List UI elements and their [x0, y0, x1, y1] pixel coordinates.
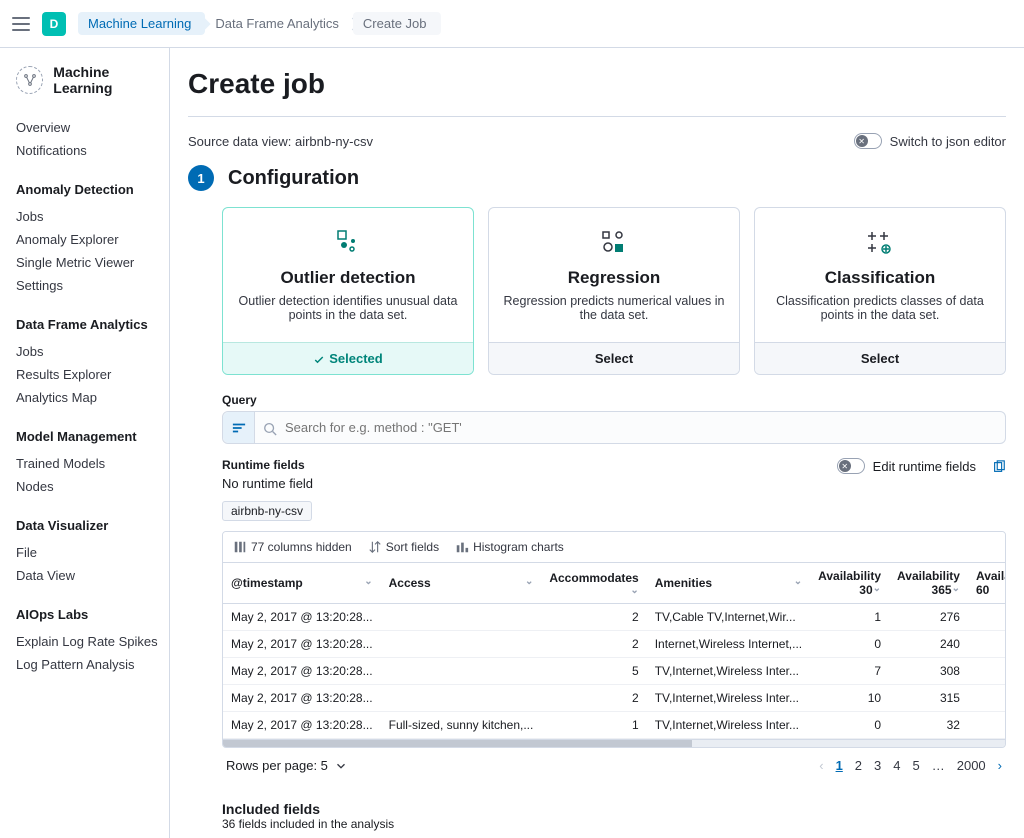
- included-fields-title: Included fields: [222, 801, 1006, 817]
- sidebar-item-single-metric-viewer[interactable]: Single Metric Viewer: [16, 251, 169, 274]
- col-timestamp[interactable]: @timestamp⌄: [223, 563, 381, 604]
- rows-per-page-select[interactable]: Rows per page: 5: [226, 758, 348, 773]
- card-footer-select[interactable]: Select: [755, 342, 1005, 374]
- next-page-button[interactable]: ›: [998, 758, 1002, 773]
- card-title: Regression: [503, 268, 725, 288]
- card-footer-selected: Selected: [223, 342, 473, 374]
- sidebar-title: Machine Learning: [53, 64, 169, 96]
- breadcrumb-data-frame-analytics[interactable]: Data Frame Analytics: [205, 12, 353, 35]
- col-accommodates[interactable]: Accommodates⌄: [541, 563, 646, 604]
- page-2[interactable]: 2: [855, 758, 862, 773]
- histogram-charts-button[interactable]: Histogram charts: [455, 540, 564, 554]
- sidebar-item-results-explorer[interactable]: Results Explorer: [16, 363, 169, 386]
- kql-icon[interactable]: [223, 412, 255, 443]
- sidebar-group-data-frame-analytics: Data Frame Analytics: [16, 317, 169, 332]
- topbar: D Machine Learning Data Frame Analytics …: [0, 0, 1024, 48]
- col-access[interactable]: Access⌄: [381, 563, 542, 604]
- table-row[interactable]: May 2, 2017 @ 13:20:28...5TV,Internet,Wi…: [223, 658, 1006, 685]
- prev-page-button[interactable]: ‹: [819, 758, 823, 773]
- sidebar-item-log-pattern-analysis[interactable]: Log Pattern Analysis: [16, 653, 169, 676]
- breadcrumb-create-job: Create Job: [353, 12, 441, 35]
- table-row[interactable]: May 2, 2017 @ 13:20:28...2TV,Internet,Wi…: [223, 685, 1006, 712]
- page-ellipsis: …: [932, 758, 945, 773]
- sidebar: Machine Learning Overview Notifications …: [0, 48, 170, 838]
- main-content: Create job Source data view: airbnb-ny-c…: [170, 48, 1024, 838]
- breadcrumb: Machine Learning Data Frame Analytics Cr…: [78, 12, 441, 35]
- query-label: Query: [222, 393, 1006, 407]
- json-editor-toggle[interactable]: ✕: [854, 133, 882, 149]
- page-title: Create job: [188, 68, 1006, 117]
- step-number-badge: 1: [188, 165, 214, 191]
- sidebar-item-notifications[interactable]: Notifications: [16, 139, 169, 162]
- user-avatar-badge[interactable]: D: [42, 12, 66, 36]
- table-row[interactable]: May 2, 2017 @ 13:20:28...2TV,Cable TV,In…: [223, 604, 1006, 631]
- runtime-label: Runtime fields: [222, 458, 313, 472]
- card-regression[interactable]: Regression Regression predicts numerical…: [488, 207, 740, 375]
- sidebar-item-settings[interactable]: Settings: [16, 274, 169, 297]
- col-amenities[interactable]: Amenities⌄: [647, 563, 810, 604]
- copy-icon[interactable]: [992, 458, 1006, 474]
- page-last[interactable]: 2000: [957, 758, 986, 773]
- card-title: Outlier detection: [237, 268, 459, 288]
- page-1[interactable]: 1: [836, 758, 843, 773]
- step-title: Configuration: [228, 167, 359, 190]
- data-preview-table: 77 columns hidden Sort fields Histogram …: [222, 531, 1006, 748]
- sidebar-item-jobs-2[interactable]: Jobs: [16, 340, 169, 363]
- card-desc: Outlier detection identifies unusual dat…: [237, 294, 459, 322]
- sidebar-item-anomaly-explorer[interactable]: Anomaly Explorer: [16, 228, 169, 251]
- source-data-view-label: Source data view: airbnb-ny-csv: [188, 134, 373, 149]
- card-title: Classification: [769, 268, 991, 288]
- search-icon: [263, 419, 277, 435]
- ml-logo-icon: [16, 66, 43, 94]
- sidebar-item-jobs-1[interactable]: Jobs: [16, 205, 169, 228]
- edit-runtime-toggle[interactable]: ✕: [837, 458, 865, 474]
- columns-hidden-button[interactable]: 77 columns hidden: [233, 540, 352, 554]
- breadcrumb-machine-learning[interactable]: Machine Learning: [78, 12, 205, 35]
- sidebar-item-data-view[interactable]: Data View: [16, 564, 169, 587]
- card-desc: Regression predicts numerical values in …: [503, 294, 725, 322]
- sidebar-item-trained-models[interactable]: Trained Models: [16, 452, 169, 475]
- col-availability-60[interactable]: Availability 60: [968, 563, 1006, 604]
- outlier-detection-icon: [237, 228, 459, 258]
- page-4[interactable]: 4: [893, 758, 900, 773]
- sidebar-group-anomaly-detection: Anomaly Detection: [16, 182, 169, 197]
- page-5[interactable]: 5: [913, 758, 920, 773]
- page-3[interactable]: 3: [874, 758, 881, 773]
- edit-runtime-label: Edit runtime fields: [873, 459, 976, 474]
- horizontal-scrollbar[interactable]: [223, 740, 692, 747]
- card-outlier-detection[interactable]: Outlier detection Outlier detection iden…: [222, 207, 474, 375]
- sidebar-group-aiops-labs: AIOps Labs: [16, 607, 169, 622]
- sidebar-item-nodes[interactable]: Nodes: [16, 475, 169, 498]
- sidebar-item-analytics-map[interactable]: Analytics Map: [16, 386, 169, 409]
- card-footer-select[interactable]: Select: [489, 342, 739, 374]
- sidebar-item-explain-log-rate-spikes[interactable]: Explain Log Rate Spikes: [16, 630, 169, 653]
- col-availability-30[interactable]: Availability 30⌄: [810, 563, 889, 604]
- json-editor-toggle-label: Switch to json editor: [890, 134, 1006, 149]
- chevron-down-icon: [334, 759, 348, 773]
- sidebar-group-data-visualizer: Data Visualizer: [16, 518, 169, 533]
- classification-icon: [769, 228, 991, 258]
- included-fields-subtitle: 36 fields included in the analysis: [222, 817, 1006, 831]
- query-input[interactable]: [255, 412, 471, 443]
- card-desc: Classification predicts classes of data …: [769, 294, 991, 322]
- col-availability-365[interactable]: Availability 365⌄: [889, 563, 968, 604]
- table-row[interactable]: May 2, 2017 @ 13:20:28...2Internet,Wirel…: [223, 631, 1006, 658]
- sort-fields-button[interactable]: Sort fields: [368, 540, 439, 554]
- regression-icon: [503, 228, 725, 258]
- sidebar-header: Machine Learning: [16, 64, 169, 96]
- sidebar-item-file[interactable]: File: [16, 541, 169, 564]
- runtime-text: No runtime field: [222, 476, 313, 491]
- sidebar-group-model-management: Model Management: [16, 429, 169, 444]
- sidebar-item-overview[interactable]: Overview: [16, 116, 169, 139]
- table-row[interactable]: May 2, 2017 @ 13:20:28...Full-sized, sun…: [223, 712, 1006, 739]
- nav-toggle-button[interactable]: [12, 17, 30, 31]
- card-classification[interactable]: Classification Classification predicts c…: [754, 207, 1006, 375]
- data-view-tag[interactable]: airbnb-ny-csv: [222, 501, 312, 521]
